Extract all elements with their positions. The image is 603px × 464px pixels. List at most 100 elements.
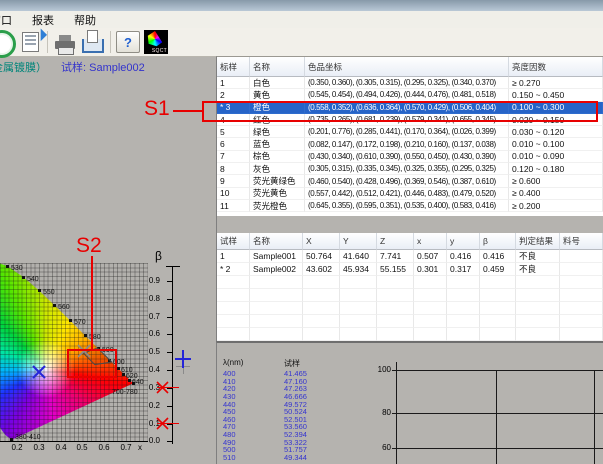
samples-table-header: 试样 名称 X Y Z x y β 判定结果 料号 — [217, 233, 603, 250]
chart-gridline-vertical — [594, 370, 595, 464]
print-preview-button[interactable] — [80, 30, 106, 54]
svg-text:380-410: 380-410 — [15, 434, 41, 441]
beta-scale-line — [172, 266, 173, 444]
column-header[interactable]: 名称 — [250, 233, 303, 250]
chart-y-tick: 60 — [367, 443, 391, 452]
standards-table-header: 标样 名称 色品坐标 亮度因数 — [217, 57, 603, 77]
annotation-s2-line — [91, 256, 93, 350]
svg-text:560: 560 — [58, 304, 70, 311]
sqct-button[interactable]: SQCT — [143, 30, 169, 54]
column-header[interactable]: 名称 — [250, 57, 305, 77]
chart-y-tick: 100 — [367, 365, 391, 374]
empty-row — [217, 302, 603, 315]
document-export-icon — [22, 32, 39, 52]
beta-tick: 0.7 — [138, 312, 160, 321]
empty-row — [217, 289, 603, 302]
spectral-row: 510 49.344 — [223, 454, 353, 462]
column-header[interactable]: X — [303, 233, 340, 250]
current-sample-label: 试样: Sample002 — [61, 59, 145, 73]
standards-table-row[interactable]: 10 荧光黄色 (0.557, 0.442), (0.512, 0.421), … — [217, 188, 603, 200]
sample002-cross-mark — [33, 366, 45, 378]
sample-column-header: 试样 — [284, 358, 300, 369]
help-button[interactable]: ? — [115, 30, 141, 54]
standards-table-row[interactable]: 9 荧光黄绿色 (0.460, 0.540), (0.428, 0.496), … — [217, 175, 603, 187]
menu-bar: 窗口 报表 帮助 — [0, 11, 603, 29]
column-header[interactable]: y — [447, 233, 480, 250]
svg-text:530: 530 — [11, 265, 23, 272]
wavelength-column-header: λ(nm) — [223, 358, 243, 367]
spectral-row: 500 51.757 — [223, 446, 353, 454]
spectral-row: 430 46.666 — [223, 393, 353, 401]
chart-y-tick: 80 — [367, 408, 391, 417]
chart-gridline-60 — [392, 448, 603, 449]
x-tick: 0.5 — [73, 443, 91, 452]
column-header[interactable]: 试样 — [217, 233, 250, 250]
beta-tick: 0.8 — [138, 294, 160, 303]
beta-tick: 0.4 — [138, 365, 160, 374]
status-line: 金属镀膜） 试样: Sample002 — [0, 59, 145, 73]
report-export-button[interactable] — [17, 30, 43, 54]
standards-table-row[interactable]: 7 棕色 (0.430, 0.340), (0.610, 0.390), (0.… — [217, 151, 603, 163]
column-header[interactable]: Y — [340, 233, 377, 250]
spectral-row: 460 52.501 — [223, 416, 353, 424]
samples-table-row[interactable]: * 2 Sample002 43.602 45.934 55.155 0.301… — [217, 263, 603, 276]
x-tick: 0.2 — [8, 443, 26, 452]
empty-row — [217, 315, 603, 328]
annotation-s2-rect — [67, 349, 117, 378]
beta-axis-label: β — [155, 249, 162, 263]
spectral-row: 450 50.524 — [223, 408, 353, 416]
svg-text:700-780: 700-780 — [112, 389, 138, 396]
svg-text:550: 550 — [43, 289, 55, 296]
print-button[interactable] — [52, 30, 78, 54]
coating-type-label: 金属镀膜） — [0, 59, 47, 73]
spectral-row: 400 41.465 — [223, 370, 353, 378]
question-mark-icon: ? — [116, 31, 140, 53]
chart-gridline-100 — [392, 370, 603, 371]
standards-table-row[interactable]: 6 蓝色 (0.082, 0.147), (0.172, 0.198), (0.… — [217, 138, 603, 150]
column-header[interactable]: Z — [377, 233, 414, 250]
standards-table-row[interactable]: 11 荧光橙色 (0.645, 0.355), (0.595, 0.351), … — [217, 200, 603, 212]
column-header[interactable]: 料号 — [560, 233, 603, 250]
samples-table-row[interactable]: 1 Sample001 50.764 41.640 7.741 0.507 0.… — [217, 250, 603, 263]
menu-help[interactable]: 帮助 — [71, 11, 99, 29]
beta-tick: 0.6 — [138, 329, 160, 338]
spectral-row: 410 47.160 — [223, 378, 353, 386]
column-header[interactable]: 判定结果 — [516, 233, 560, 250]
spectral-row: 420 47.263 — [223, 385, 353, 393]
empty-row — [217, 328, 603, 341]
chart-gridline-80 — [392, 413, 603, 414]
beta-scale-top-bar — [166, 266, 180, 267]
menu-window[interactable]: 窗口 — [0, 11, 15, 29]
title-bar[interactable] — [0, 0, 603, 11]
column-header[interactable]: 标样 — [217, 57, 250, 77]
x-tick: 0.3 — [30, 443, 48, 452]
x-tick: 0.6 — [95, 443, 113, 452]
standards-table: 标样 名称 色品坐标 亮度因数 1 白色 (0.350, 0.360), (0.… — [217, 57, 603, 216]
standards-table-row[interactable]: 2 黄色 (0.545, 0.454), (0.494, 0.426), (0.… — [217, 89, 603, 101]
samples-table: 试样 名称 X Y Z x y β 判定结果 料号 1 Sample001 50… — [217, 233, 603, 341]
beta-tick: 0.2 — [138, 401, 160, 410]
annotation-s1-line — [173, 110, 202, 112]
column-header[interactable]: 亮度因数 — [509, 57, 603, 77]
beta-tick: 0.9 — [138, 276, 160, 285]
chart-gridline-vertical — [496, 370, 497, 464]
standards-table-row[interactable]: 5 绿色 (0.201, 0.776), (0.285, 0.441), (0.… — [217, 126, 603, 138]
menu-report[interactable]: 报表 — [29, 11, 57, 29]
column-header[interactable]: 色品坐标 — [305, 57, 509, 77]
spectral-row: 480 52.394 — [223, 431, 353, 439]
svg-text:540: 540 — [27, 276, 39, 283]
annotation-s2-label: S2 — [76, 234, 102, 258]
toolbar-separator — [110, 31, 111, 53]
beta-tick: 0.0 — [138, 436, 160, 445]
standards-table-row[interactable]: 8 灰色 (0.305, 0.315), (0.335, 0.345), (0.… — [217, 163, 603, 175]
application-window: 窗口 报表 帮助 ? SQCT 金属镀膜） 试样: Sample00 — [0, 0, 603, 464]
beta-tick: 0.5 — [138, 347, 160, 356]
printer-icon — [55, 41, 75, 49]
svg-text:570: 570 — [74, 319, 86, 326]
x-tick: 0.4 — [52, 443, 70, 452]
column-header[interactable]: x — [414, 233, 447, 250]
spectral-row: 490 53.322 — [223, 438, 353, 446]
standards-table-row[interactable]: 1 白色 (0.350, 0.360), (0.305, 0.315), (0.… — [217, 77, 603, 89]
column-header[interactable]: β — [480, 233, 516, 250]
empty-row — [217, 276, 603, 289]
